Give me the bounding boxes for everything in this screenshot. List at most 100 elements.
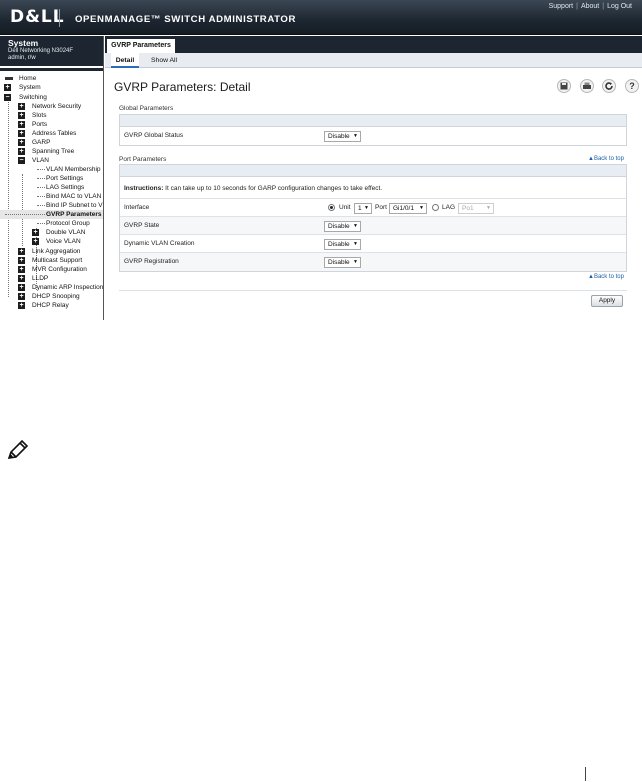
- expand-icon[interactable]: +: [18, 275, 25, 282]
- expand-icon[interactable]: +: [18, 293, 25, 300]
- nav-item-address-tables[interactable]: + Address Tables: [0, 129, 103, 138]
- back-to-top-link[interactable]: ▲Back to top: [588, 274, 624, 280]
- dropdown-arrow-icon: ▼: [364, 205, 369, 211]
- nav-label: DHCP Snooping: [32, 293, 80, 300]
- expand-icon[interactable]: +: [18, 139, 25, 146]
- nav-label: Bind MAC to VLAN: [46, 193, 102, 200]
- nav-label: Switching: [19, 94, 47, 101]
- lag-radio[interactable]: [432, 204, 439, 211]
- nav-label: Link Aggregation: [32, 248, 81, 255]
- expand-icon[interactable]: +: [4, 84, 11, 91]
- unit-port-radio[interactable]: [328, 204, 335, 211]
- system-info-panel: System Dell Networking N3024F admin, r/w: [0, 36, 103, 66]
- expand-icon[interactable]: +: [32, 238, 39, 245]
- unit-select[interactable]: 1 ▼: [354, 203, 372, 214]
- top-links: Support | About | Log Out: [549, 3, 632, 10]
- nav-item-voice-vlan[interactable]: + Voice VLAN: [0, 237, 103, 246]
- dynamic-vlan-creation-select[interactable]: Disable ▼: [324, 239, 361, 250]
- nav-item-dynamic-arp[interactable]: + Dynamic ARP Inspection: [0, 283, 103, 292]
- print-icon[interactable]: [580, 79, 594, 93]
- nav-item-gvrp-parameters[interactable]: GVRP Parameters: [0, 210, 103, 219]
- gvrp-registration-label: GVRP Registration: [124, 258, 179, 265]
- nav-item-protocol-group[interactable]: Protocol Group: [0, 219, 103, 228]
- tab-gvrp-parameters[interactable]: GVRP Parameters: [107, 39, 175, 53]
- nav-item-system[interactable]: + System: [0, 83, 103, 92]
- nav-item-mvr-configuration[interactable]: + MVR Configuration: [0, 265, 103, 274]
- system-title[interactable]: System: [8, 39, 103, 48]
- nav-label: VLAN: [32, 157, 49, 164]
- expand-icon[interactable]: +: [18, 112, 25, 119]
- nav-item-bind-mac[interactable]: Bind MAC to VLAN: [0, 192, 103, 201]
- expand-icon[interactable]: +: [18, 284, 25, 291]
- nav-item-network-security[interactable]: + Network Security: [0, 102, 103, 111]
- nav-item-vlan[interactable]: − VLAN: [0, 156, 103, 165]
- collapse-icon[interactable]: −: [4, 94, 11, 101]
- expand-icon[interactable]: +: [18, 103, 25, 110]
- nav-label: Double VLAN: [46, 229, 86, 236]
- nav-item-switching[interactable]: − Switching: [0, 93, 103, 102]
- nav-item-spanning-tree[interactable]: + Spanning Tree: [0, 147, 103, 156]
- support-link[interactable]: Support: [549, 3, 574, 10]
- gvrp-registration-select[interactable]: Disable ▼: [324, 257, 361, 268]
- nav-item-ports[interactable]: + Ports: [0, 120, 103, 129]
- nav-item-vlan-membership[interactable]: VLAN Membership: [0, 165, 103, 174]
- logout-link[interactable]: Log Out: [607, 3, 632, 10]
- nav-item-garp[interactable]: + GARP: [0, 138, 103, 147]
- tab-detail[interactable]: Detail: [111, 53, 139, 68]
- nav-item-dhcp-snooping[interactable]: + DHCP Snooping: [0, 292, 103, 301]
- tab-show-all[interactable]: Show All: [151, 53, 177, 68]
- nav-item-lag-settings[interactable]: LAG Settings: [0, 183, 103, 192]
- expand-icon[interactable]: +: [18, 266, 25, 273]
- expand-icon[interactable]: +: [18, 121, 25, 128]
- back-to-top-link[interactable]: ▲Back to top: [588, 156, 624, 162]
- help-icon[interactable]: ?: [625, 79, 639, 93]
- expand-icon[interactable]: +: [18, 302, 25, 309]
- global-parameters-panel: GVRP Global Status Disable ▼: [119, 114, 627, 146]
- dropdown-arrow-icon: ▼: [353, 241, 358, 247]
- nav-label: Bind IP Subnet to VLAN: [46, 202, 103, 209]
- dropdown-arrow-icon: ▼: [353, 133, 358, 139]
- nav-item-bind-ip[interactable]: Bind IP Subnet to VLAN: [0, 201, 103, 210]
- nav-label: Ports: [32, 121, 48, 128]
- nav-item-multicast-support[interactable]: + Multicast Support: [0, 256, 103, 265]
- expand-icon[interactable]: +: [32, 229, 39, 236]
- left-navigation: System Dell Networking N3024F admin, r/w…: [0, 36, 104, 320]
- interface-row: Interface Unit 1 ▼ Port Gi1/0/1 ▼ LAG Po1 ▼: [120, 199, 626, 217]
- apply-button[interactable]: Apply: [591, 295, 623, 307]
- nav-item-home[interactable]: Home: [0, 74, 103, 83]
- expand-icon[interactable]: +: [18, 148, 25, 155]
- nav-divider: [0, 68, 103, 71]
- lag-select[interactable]: Po1 ▼: [458, 203, 494, 214]
- nav-item-double-vlan[interactable]: + Double VLAN: [0, 228, 103, 237]
- expand-icon[interactable]: +: [18, 257, 25, 264]
- instructions-bold: Instructions:: [124, 185, 164, 192]
- expand-icon[interactable]: +: [18, 130, 25, 137]
- gvrp-state-select[interactable]: Disable ▼: [324, 221, 361, 232]
- nav-item-link-aggregation[interactable]: + Link Aggregation: [0, 247, 103, 256]
- link-separator: |: [602, 3, 605, 10]
- nav-item-port-settings[interactable]: Port Settings: [0, 174, 103, 183]
- tree-connector: [5, 214, 45, 215]
- refresh-icon[interactable]: [602, 79, 616, 93]
- save-icon[interactable]: [557, 79, 571, 93]
- tree-connector: [37, 205, 45, 206]
- instructions-row: Instructions: It can take up to 10 secon…: [120, 177, 626, 199]
- gvrp-global-status-row: GVRP Global Status Disable ▼: [120, 127, 626, 145]
- gvrp-global-status-select[interactable]: Disable ▼: [324, 131, 361, 142]
- nav-item-dhcp-relay[interactable]: + DHCP Relay: [0, 301, 103, 310]
- nav-label: DHCP Relay: [32, 302, 69, 309]
- panel-header: [120, 115, 626, 127]
- nav-item-lldp[interactable]: + LLDP: [0, 274, 103, 283]
- select-value: Disable: [328, 259, 350, 266]
- port-select[interactable]: Gi1/0/1 ▼: [389, 203, 427, 214]
- expand-icon[interactable]: +: [18, 248, 25, 255]
- save-glyph: [560, 82, 568, 90]
- about-link[interactable]: About: [581, 3, 599, 10]
- page-footer-rule: [585, 767, 586, 781]
- nav-label: LAG Settings: [46, 184, 85, 191]
- nav-tree: Home + System − Switching + Network Secu…: [0, 74, 103, 320]
- select-value: Disable: [328, 223, 350, 230]
- collapse-icon[interactable]: −: [18, 157, 25, 164]
- dropdown-arrow-icon: ▼: [353, 223, 358, 229]
- nav-item-slots[interactable]: + Slots: [0, 111, 103, 120]
